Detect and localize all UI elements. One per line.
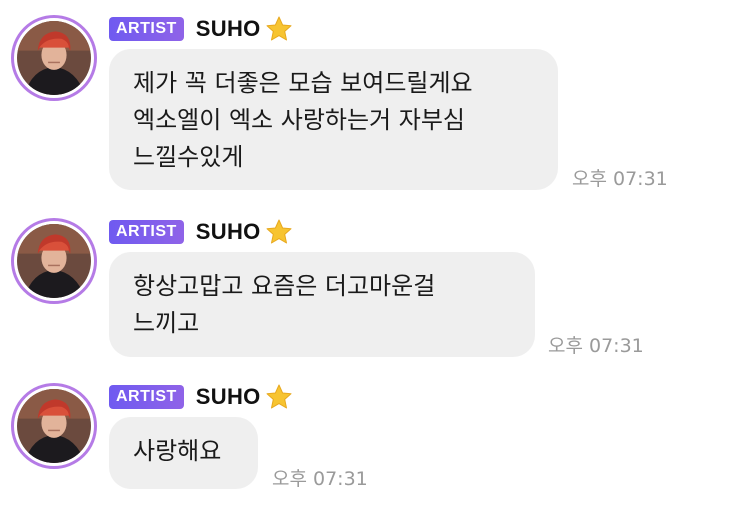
artist-badge: ARTIST bbox=[109, 385, 184, 409]
message-header: ARTIST SUHO bbox=[109, 14, 294, 44]
artist-badge: ARTIST bbox=[109, 220, 184, 244]
message-timestamp: 오후 07:31 bbox=[272, 468, 368, 490]
avatar[interactable] bbox=[11, 15, 97, 101]
sender-name[interactable]: SUHO bbox=[196, 219, 261, 245]
message-bubble[interactable]: 사랑해요 bbox=[109, 417, 258, 489]
star-icon bbox=[264, 382, 294, 412]
sender-name[interactable]: SUHO bbox=[196, 16, 261, 42]
message-bubble[interactable]: 항상고맙고 요즘은 더고마운걸 느끼고 bbox=[109, 252, 535, 357]
message-timestamp: 오후 07:31 bbox=[572, 168, 668, 190]
chat-message: ARTIST SUHO 항상고맙고 요즘은 더고마운걸 느끼고 오후 07:31 bbox=[0, 203, 750, 363]
star-icon bbox=[264, 14, 294, 44]
chat-message: ARTIST SUHO 사랑해요 오후 07:31 bbox=[0, 368, 750, 527]
star-icon bbox=[264, 217, 294, 247]
message-text-line: 느낄수있게 bbox=[133, 143, 244, 171]
message-bubble[interactable]: 제가 꼭 더좋은 모습 보여드릴게요 엑소엘이 엑소 사랑하는거 자부심 느낄수… bbox=[109, 49, 558, 190]
message-text-line: 엑소엘이 엑소 사랑하는거 자부심 bbox=[133, 106, 466, 134]
message-header: ARTIST SUHO bbox=[109, 382, 294, 412]
chat-message: ARTIST SUHO 제가 꼭 더좋은 모습 보여드릴게요 엑소엘이 엑소 사… bbox=[0, 0, 750, 198]
artist-badge: ARTIST bbox=[109, 17, 184, 41]
message-text-line: 제가 꼭 더좋은 모습 보여드릴게요 bbox=[133, 69, 473, 97]
message-text-line: 사랑해요 bbox=[133, 437, 222, 465]
message-text-line: 느끼고 bbox=[133, 309, 200, 337]
message-text-line: 항상고맙고 요즘은 더고마운걸 bbox=[133, 272, 436, 300]
message-timestamp: 오후 07:31 bbox=[548, 335, 644, 357]
avatar[interactable] bbox=[11, 383, 97, 469]
avatar[interactable] bbox=[11, 218, 97, 304]
message-header: ARTIST SUHO bbox=[109, 217, 294, 247]
sender-name[interactable]: SUHO bbox=[196, 384, 261, 410]
